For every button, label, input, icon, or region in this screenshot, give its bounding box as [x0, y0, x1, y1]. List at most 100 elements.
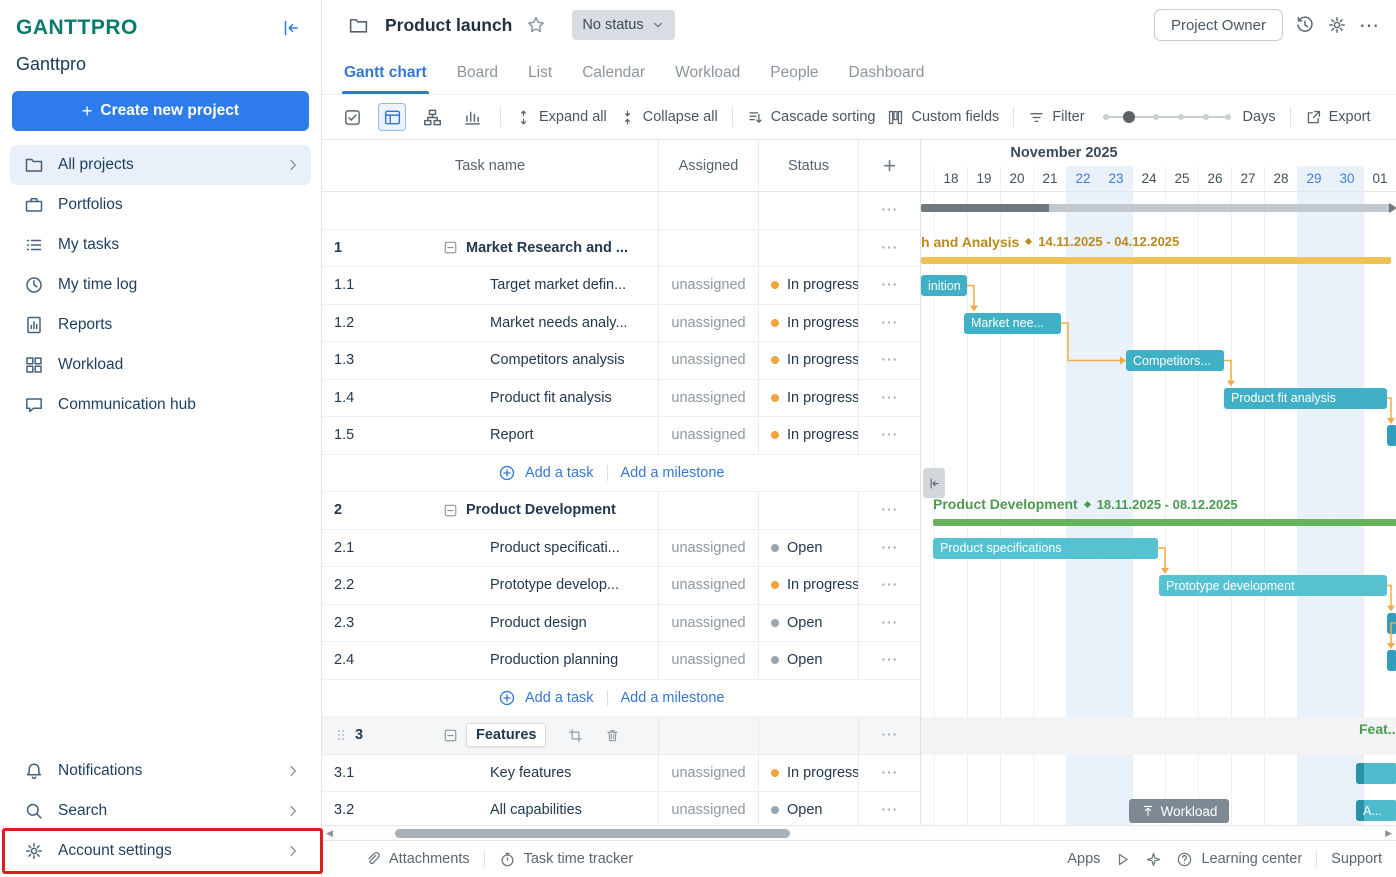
row-menu-icon[interactable]: ⋯ [858, 192, 920, 229]
more-options-icon[interactable]: ⋯ [1359, 13, 1380, 38]
row-menu-icon[interactable]: ⋯ [858, 417, 920, 454]
status-cell[interactable]: In progress [758, 755, 858, 792]
sidebar-item-notifications[interactable]: Notifications [10, 751, 311, 791]
collapse-sidebar-icon[interactable] [281, 18, 301, 38]
hierarchy-view-icon[interactable] [418, 103, 446, 131]
column-header-assigned[interactable]: Assigned [658, 140, 758, 191]
row-menu-icon[interactable]: ⋯ [858, 380, 920, 417]
status-cell[interactable]: Open [758, 530, 858, 567]
add-task-plus-icon[interactable] [498, 689, 516, 707]
row-menu-icon[interactable]: ⋯ [858, 267, 920, 304]
sidebar-item-my-tasks[interactable]: My tasks [10, 225, 311, 265]
task-bar[interactable]: Prototype development [1159, 575, 1387, 596]
table-row[interactable]: 3Features⋯ [322, 717, 920, 755]
add-column-button[interactable]: + [858, 140, 920, 191]
assigned-cell[interactable] [658, 492, 758, 529]
workload-toggle-button[interactable]: Workload [1129, 799, 1229, 823]
task-name[interactable]: Prototype develop... [490, 577, 619, 593]
task-name[interactable]: Key features [490, 765, 571, 781]
task-bar[interactable]: Competitors... [1126, 350, 1224, 371]
table-row[interactable]: 1.2Market needs analy...unassignedIn pro… [322, 305, 920, 343]
assigned-cell[interactable]: unassigned [658, 567, 758, 604]
row-menu-icon[interactable]: ⋯ [858, 492, 920, 529]
table-row[interactable]: 2Product Development⋯ [322, 492, 920, 530]
table-row[interactable]: 1Market Research and ...⋯ [322, 230, 920, 268]
play-icon[interactable] [1114, 851, 1131, 868]
status-cell[interactable]: In progress [758, 567, 858, 604]
assigned-cell[interactable] [658, 230, 758, 267]
status-cell[interactable]: In progress [758, 417, 858, 454]
status-cell[interactable]: In progress [758, 305, 858, 342]
collapse-group-icon[interactable] [443, 240, 458, 255]
assigned-cell[interactable]: unassigned [658, 417, 758, 454]
task-bar[interactable] [1387, 425, 1396, 446]
status-cell[interactable] [758, 492, 858, 529]
task-bar[interactable] [1387, 650, 1396, 671]
row-menu-icon[interactable]: ⋯ [858, 642, 920, 679]
cascade-sorting-button[interactable]: Cascade sorting [747, 109, 876, 126]
sidebar-item-search[interactable]: Search [10, 791, 311, 831]
row-menu-icon[interactable]: ⋯ [858, 530, 920, 567]
tab-gantt-chart[interactable]: Gantt chart [342, 64, 429, 94]
settings-gear-icon[interactable] [1327, 15, 1347, 35]
sidebar-item-account-settings[interactable]: Account settings [10, 831, 311, 871]
project-summary-bar[interactable] [921, 204, 1391, 212]
scroll-right-arrow[interactable]: ▶ [1385, 826, 1392, 840]
task-time-tracker-button[interactable]: Task time tracker [499, 851, 634, 868]
status-cell[interactable]: In progress [758, 380, 858, 417]
assigned-cell[interactable]: unassigned [658, 267, 758, 304]
assigned-cell[interactable]: unassigned [658, 305, 758, 342]
task-name[interactable]: Product design [490, 615, 587, 631]
group-summary-bar[interactable] [921, 257, 1391, 264]
apps-button[interactable]: Apps [1067, 851, 1100, 867]
table-row[interactable]: 1.5ReportunassignedIn progress⋯ [322, 417, 920, 455]
assigned-cell[interactable]: unassigned [658, 342, 758, 379]
attachments-button[interactable]: Attachments [364, 851, 470, 868]
tab-workload[interactable]: Workload [673, 64, 742, 94]
task-name[interactable]: Competitors analysis [490, 352, 625, 368]
column-header-status[interactable]: Status [758, 140, 858, 191]
task-name[interactable]: Product specificati... [490, 540, 620, 556]
column-header-task-name[interactable]: Task name [322, 140, 658, 191]
task-bar[interactable] [1387, 613, 1396, 634]
tab-list[interactable]: List [526, 64, 554, 94]
task-name[interactable]: Market needs analy... [490, 315, 628, 331]
sidebar-item-portfolios[interactable]: Portfolios [10, 185, 311, 225]
drag-handle-icon[interactable] [334, 728, 348, 742]
star-icon[interactable] [526, 15, 546, 35]
add-task-link[interactable]: Add a task [525, 690, 594, 706]
status-cell[interactable] [758, 717, 858, 754]
task-name[interactable]: Product Development [466, 502, 616, 518]
automation-icon[interactable] [1145, 851, 1162, 868]
sidebar-item-all-projects[interactable]: All projects [10, 145, 311, 185]
baseline-icon[interactable] [458, 103, 486, 131]
assigned-cell[interactable]: unassigned [658, 380, 758, 417]
row-menu-icon[interactable]: ⋯ [858, 605, 920, 642]
expand-all-button[interactable]: Expand all [515, 109, 607, 126]
tab-calendar[interactable]: Calendar [580, 64, 647, 94]
tab-people[interactable]: People [768, 64, 820, 94]
zoom-slider-handle[interactable] [1123, 111, 1135, 123]
status-cell[interactable]: Open [758, 605, 858, 642]
assigned-cell[interactable]: unassigned [658, 755, 758, 792]
table-row[interactable]: 3.1Key featuresunassignedIn progress⋯ [322, 755, 920, 793]
task-name[interactable]: Production planning [490, 652, 618, 668]
row-menu-icon[interactable]: ⋯ [858, 342, 920, 379]
collapse-grid-handle[interactable] [923, 468, 945, 498]
sidebar-item-workload[interactable]: Workload [10, 345, 311, 385]
table-row[interactable]: 2.1Product specificati...unassignedOpen⋯ [322, 530, 920, 568]
status-cell[interactable] [758, 230, 858, 267]
status-cell[interactable]: In progress [758, 267, 858, 304]
scroll-left-arrow[interactable]: ◀ [326, 826, 333, 840]
row-menu-icon[interactable]: ⋯ [858, 755, 920, 792]
task-name[interactable]: All capabilities [490, 802, 582, 818]
task-name[interactable]: Market Research and ... [466, 240, 628, 256]
add-row[interactable]: Add a taskAdd a milestone [322, 680, 920, 718]
scrollbar-thumb[interactable] [395, 829, 790, 838]
add-row[interactable]: Add a taskAdd a milestone [322, 455, 920, 493]
create-new-project-button[interactable]: + Create new project [12, 91, 309, 131]
table-row[interactable]: 1.4Product fit analysisunassignedIn prog… [322, 380, 920, 418]
table-row[interactable]: 2.2Prototype develop...unassignedIn prog… [322, 567, 920, 605]
project-status-dropdown[interactable]: No status [572, 10, 674, 40]
learning-center-button[interactable]: Learning center [1176, 851, 1302, 868]
